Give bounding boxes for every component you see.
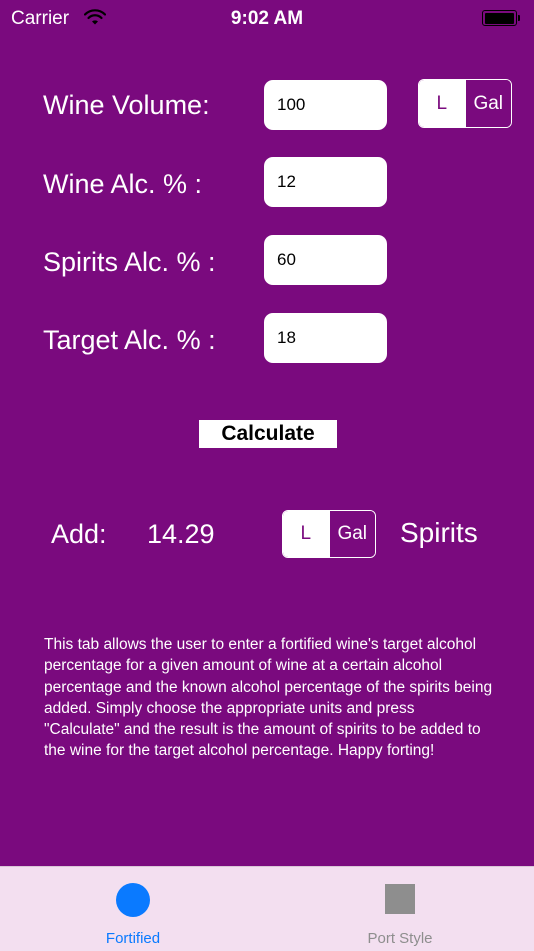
circle-icon (116, 883, 150, 917)
tab-bar: Fortified Port Style (0, 866, 534, 951)
status-time: 9:02 AM (230, 8, 304, 29)
result-unit-l-option[interactable]: L (283, 511, 329, 557)
tab-fortified-label: Fortified (105, 930, 161, 947)
volume-unit-l-option[interactable]: L (419, 80, 465, 127)
wine-volume-input[interactable]: 100 (264, 80, 387, 130)
info-text: This tab allows the user to enter a fort… (44, 636, 493, 760)
status-bar: Carrier 9:02 AM (0, 0, 534, 38)
tab-fortified[interactable]: Fortified (33, 867, 233, 951)
spirits-alc-input[interactable]: 60 (264, 235, 387, 285)
result-value: 14.29 (147, 519, 215, 549)
tab-port-style-label: Port Style (367, 930, 433, 947)
square-icon (385, 884, 415, 914)
target-alc-input[interactable]: 18 (264, 313, 387, 363)
result-unit-gal-option[interactable]: Gal (328, 511, 375, 557)
wine-alc-input[interactable]: 12 (264, 157, 387, 207)
volume-unit-segmented-control[interactable]: L Gal (418, 79, 512, 128)
spirits-label: Spirits (400, 517, 478, 548)
battery-icon (482, 10, 520, 26)
calculate-button[interactable]: Calculate (199, 420, 337, 448)
spirits-alc-label: Spirits Alc. % : (43, 247, 216, 277)
result-unit-segmented-control[interactable]: L Gal (282, 510, 376, 558)
add-label: Add: (51, 519, 107, 549)
volume-unit-gal-option[interactable]: Gal (464, 80, 511, 127)
wine-alc-label: Wine Alc. % : (43, 169, 203, 199)
wine-volume-label: Wine Volume: (43, 90, 210, 120)
tab-port-style[interactable]: Port Style (300, 867, 500, 951)
target-alc-label: Target Alc. % : (43, 325, 216, 355)
